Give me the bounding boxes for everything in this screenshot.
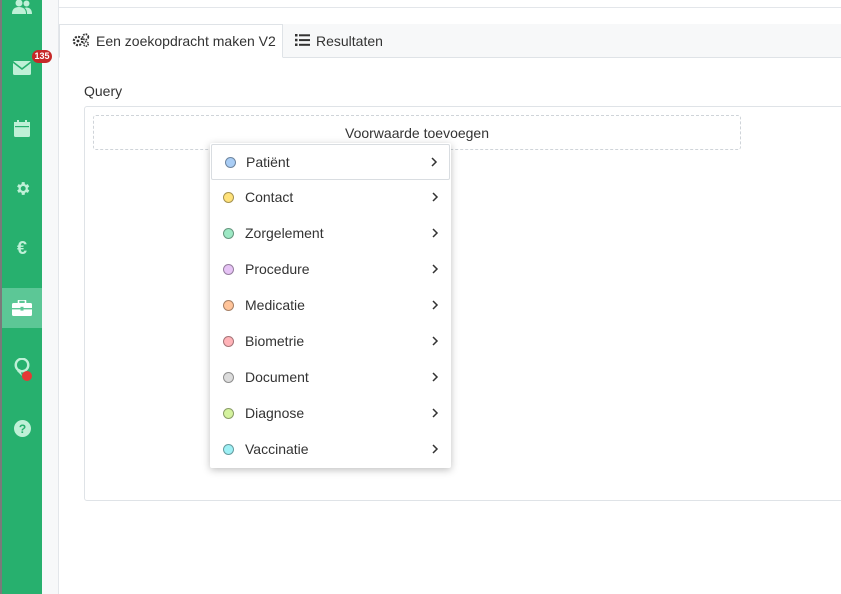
menu-item-label: Patiënt — [246, 154, 290, 170]
chevron-right-icon — [432, 408, 439, 418]
color-dot — [223, 407, 234, 419]
menu-item-label: Biometrie — [245, 333, 305, 349]
color-dot — [223, 371, 234, 383]
chevron-right-icon — [432, 372, 439, 382]
sidebar-item-finance[interactable]: € — [2, 228, 42, 268]
menu-item-biometrie[interactable]: Biometrie — [210, 323, 451, 359]
sidebar-item-location[interactable] — [2, 347, 42, 387]
menu-item-diagnose[interactable]: Diagnose — [210, 395, 451, 431]
tab-strip: Een zoekopdracht maken V2 Resultaten — [59, 24, 841, 58]
tab-label: Een zoekopdracht maken V2 — [96, 33, 276, 49]
color-dot — [223, 263, 234, 275]
tab-create-query[interactable]: Een zoekopdracht maken V2 — [59, 24, 283, 58]
gear-icon — [14, 180, 31, 197]
menu-item-contact[interactable]: Contact — [210, 179, 451, 215]
color-dot — [223, 191, 234, 203]
euro-icon: € — [16, 237, 27, 258]
color-dot — [223, 443, 234, 455]
calendar-icon — [14, 119, 30, 137]
chevron-right-icon — [432, 300, 439, 310]
menu-item-vaccinatie[interactable]: Vaccinatie — [210, 431, 451, 467]
help-icon: ? — [13, 419, 31, 437]
location-pin-icon — [14, 358, 32, 381]
top-divider — [59, 7, 841, 8]
chevron-right-icon — [432, 228, 439, 238]
query-panel — [84, 106, 841, 501]
sidebar-item-calendar[interactable] — [2, 108, 42, 148]
menu-item-document[interactable]: Document — [210, 359, 451, 395]
chevron-right-icon — [432, 336, 439, 346]
menu-item-label: Vaccinatie — [245, 441, 309, 457]
menu-item-label: Contact — [245, 189, 294, 205]
sidebar-item-messages[interactable]: 135 — [2, 48, 52, 88]
menu-item-zorgelement[interactable]: Zorgelement — [210, 215, 451, 251]
menu-item-label: Zorgelement — [245, 225, 324, 241]
menu-item-label: Medicatie — [245, 297, 305, 313]
unread-badge: 135 — [32, 50, 52, 63]
query-label: Query — [84, 83, 123, 99]
color-dot — [223, 227, 234, 239]
tab-label: Resultaten — [316, 32, 383, 49]
chevron-right-icon — [432, 444, 439, 454]
menu-item-medicatie[interactable]: Medicatie — [210, 287, 451, 323]
sidebar-item-users[interactable] — [2, 0, 42, 27]
sidebar: 135 € ? — [0, 0, 52, 594]
menu-item-label: Document — [245, 369, 309, 385]
color-dot — [223, 299, 234, 311]
condition-type-menu: Patiënt Contact Zorgelement Procedure Me… — [210, 143, 451, 468]
list-icon — [295, 33, 310, 49]
menu-item-label: Procedure — [245, 261, 310, 277]
menu-item-label: Diagnose — [245, 405, 305, 421]
tab-results[interactable]: Resultaten — [295, 24, 383, 57]
gears-icon — [72, 32, 90, 50]
notification-dot — [22, 371, 32, 381]
chevron-right-icon — [432, 264, 439, 274]
chevron-right-icon — [432, 192, 439, 202]
sidebar-item-toolbox[interactable] — [2, 288, 42, 328]
color-dot — [225, 156, 236, 168]
menu-item-patient[interactable]: Patiënt — [211, 144, 450, 180]
briefcase-icon — [12, 300, 32, 316]
chevron-right-icon — [431, 157, 438, 167]
menu-item-procedure[interactable]: Procedure — [210, 251, 451, 287]
sidebar-item-settings[interactable] — [2, 168, 42, 208]
svg-text:?: ? — [18, 422, 25, 436]
color-dot — [223, 335, 234, 347]
users-icon — [11, 0, 33, 15]
mail-icon: 135 — [13, 50, 52, 75]
sidebar-item-help[interactable]: ? — [2, 408, 42, 448]
